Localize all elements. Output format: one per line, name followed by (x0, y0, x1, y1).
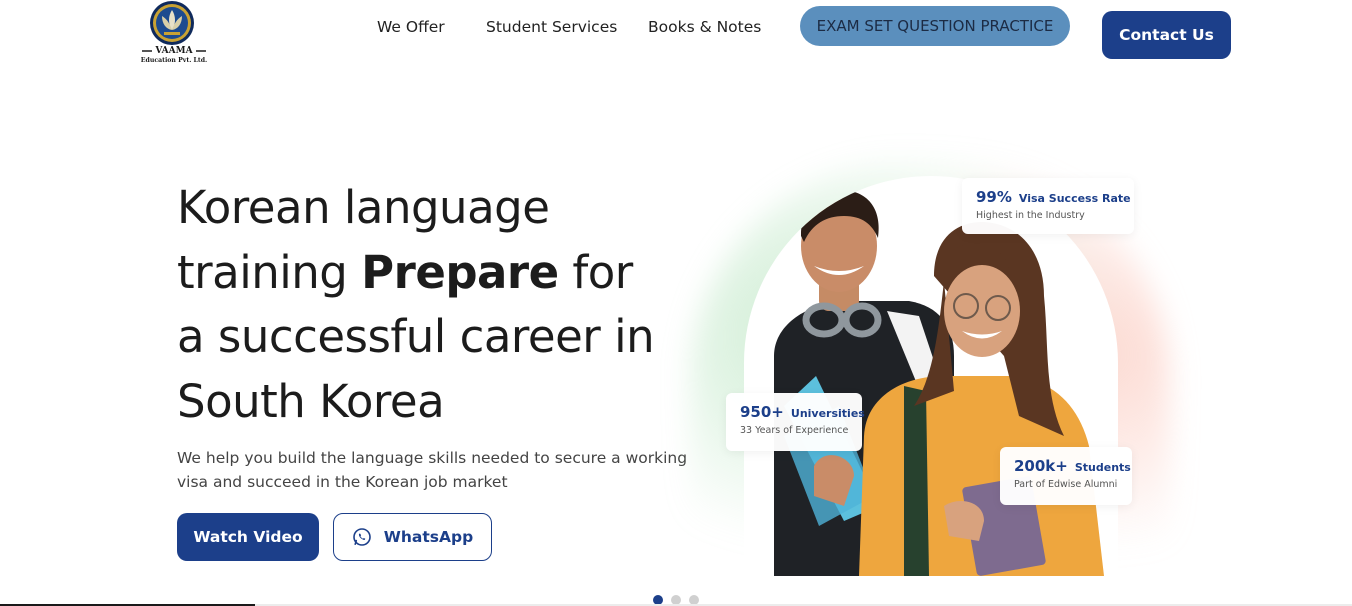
nav-we-offer[interactable]: We Offer (377, 18, 445, 36)
stat-label: Visa Success Rate (1018, 192, 1131, 205)
logo-brand-name: VAAMA (155, 46, 193, 56)
contact-us-button[interactable]: Contact Us (1102, 11, 1231, 59)
stat-subtext: Part of Edwise Alumni (1014, 479, 1118, 490)
stat-number: 200k+ (1014, 457, 1068, 475)
logo-tagline: Education Pvt. Ltd. (140, 57, 208, 64)
hero-subtitle: We help you build the language skills ne… (177, 449, 688, 491)
vaama-logo[interactable]: VAAMA Education Pvt. Ltd. (138, 0, 210, 70)
hero-title: Korean language training Prepare for a s… (177, 176, 657, 434)
stat-card-students: 200k+ Students Part of Edwise Alumni (1000, 447, 1132, 505)
whatsapp-icon (352, 528, 371, 546)
nav-books-notes[interactable]: Books & Notes (648, 18, 761, 36)
watch-video-button[interactable]: Watch Video (177, 513, 319, 561)
whatsapp-button-label: WhatsApp (383, 528, 474, 546)
stat-card-universities: 950+ Universities 33 Years of Experience (726, 393, 865, 451)
stat-number: 99% (976, 188, 1012, 206)
students-illustration (774, 189, 1104, 576)
nav-student-services[interactable]: Student Services (486, 18, 617, 36)
exam-practice-button[interactable]: EXAM SET QUESTION PRACTICE (800, 6, 1070, 46)
hero-image (744, 176, 1118, 576)
stat-subtext: 33 Years of Experience (740, 425, 849, 436)
stat-label: Universities (790, 407, 865, 420)
stat-label: Students (1074, 461, 1131, 474)
stat-card-visa: 99% Visa Success Rate Highest in the Ind… (962, 178, 1134, 234)
stat-subtext: Highest in the Industry (976, 210, 1085, 221)
whatsapp-button[interactable]: WhatsApp (333, 513, 492, 561)
hero-title-bold: Prepare (361, 245, 559, 299)
stat-number: 950+ (740, 403, 784, 421)
